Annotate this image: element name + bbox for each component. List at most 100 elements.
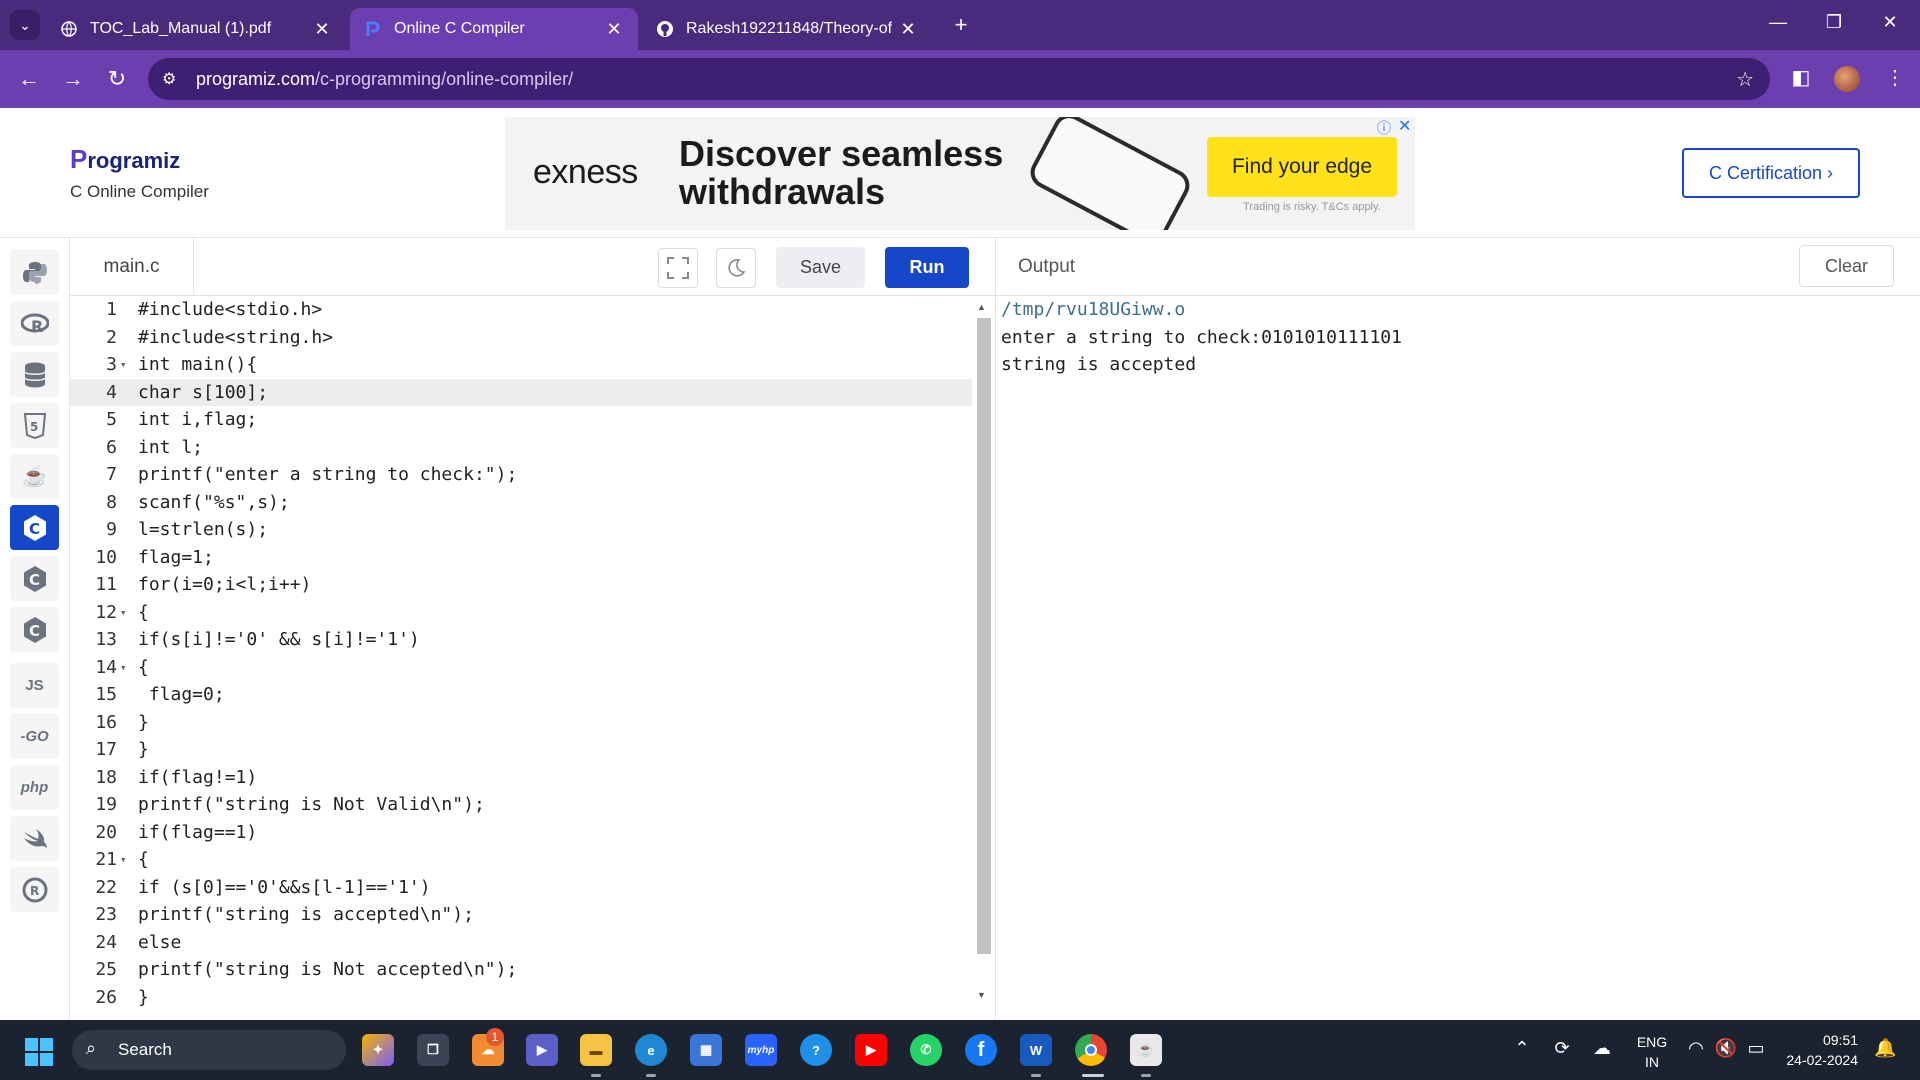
code-line[interactable]: 2 #include<string.h> — [70, 324, 972, 352]
help-icon[interactable]: ? — [800, 1034, 832, 1066]
code-line[interactable]: 19 printf("string is Not Valid\n"); — [70, 791, 972, 819]
code-line[interactable]: 22 if (s[0]=='0'&&s[l-1]=='1') — [70, 874, 972, 902]
code-line[interactable]: 24 else — [70, 929, 972, 957]
bookmark-star-icon[interactable]: ☆ — [1736, 67, 1754, 92]
restore-icon[interactable]: ❐ — [1814, 12, 1854, 33]
microsoft-store-icon[interactable]: ▦ — [690, 1034, 722, 1066]
lang-sql-icon[interactable] — [10, 352, 59, 397]
tab-toc-lab-manual[interactable]: TOC_Lab_Manual (1).pdf ✕ — [46, 8, 346, 50]
fold-arrow-icon[interactable]: ▾ — [120, 599, 127, 627]
fold-arrow-icon[interactable]: ▾ — [120, 846, 127, 874]
word-icon[interactable]: W — [1020, 1034, 1052, 1066]
lang-r-icon[interactable]: R — [10, 301, 59, 346]
code-line[interactable]: 15 flag=0; — [70, 681, 972, 709]
certification-button[interactable]: C Certification › — [1682, 148, 1860, 198]
code-line[interactable]: 8 scanf("%s",s); — [70, 489, 972, 517]
code-editor[interactable]: 1 #include<stdio.h> 2 #include<string.h> 3 ▾ i… — [70, 296, 995, 1020]
lang-go-icon[interactable]: -GO — [10, 714, 59, 759]
dark-mode-moon-icon[interactable] — [716, 248, 756, 288]
myhp-icon[interactable]: myhp — [745, 1034, 777, 1066]
code-line[interactable]: 17} — [70, 736, 972, 764]
scrollbar-thumb[interactable] — [977, 318, 991, 954]
code-line[interactable]: 9 l=strlen(s); — [70, 516, 972, 544]
tab-online-c-compiler[interactable]: Online C Compiler ✕ — [350, 8, 638, 50]
code-line[interactable]: 3 ▾ int main(){ — [70, 351, 972, 379]
code-line[interactable]: 26} — [70, 984, 972, 1012]
tab-search-button[interactable]: ⌄ — [10, 10, 40, 40]
facebook-icon[interactable]: f — [965, 1034, 997, 1066]
copilot-icon[interactable]: ✦ — [362, 1034, 394, 1066]
code-line[interactable]: 23 printf("string is accepted\n"); — [70, 901, 972, 929]
reload-icon[interactable]: ↻ — [102, 65, 132, 93]
close-window-icon[interactable]: ✕ — [1870, 12, 1910, 33]
output-console[interactable]: /tmp/rvu18UGiww.o enter a string to chec… — [995, 296, 1920, 1020]
code-line[interactable]: 12 ▾ { — [70, 599, 972, 627]
run-button[interactable]: Run — [885, 247, 969, 288]
new-tab-plus-icon[interactable]: + — [948, 12, 974, 38]
lang-java-icon[interactable]: ☕ — [10, 454, 59, 499]
sync-icon[interactable]: ⟳ — [1548, 1038, 1576, 1059]
onedrive-cloud-icon[interactable]: ☁ — [1588, 1038, 1616, 1059]
code-line[interactable]: 16} — [70, 709, 972, 737]
code-line[interactable]: 14 ▾ { — [70, 654, 972, 682]
lang-csharp-icon[interactable]: C — [10, 607, 59, 652]
lang-c-icon[interactable]: C — [10, 505, 59, 550]
minimize-icon[interactable]: — — [1758, 12, 1798, 33]
file-tab-main-c[interactable]: main.c — [70, 238, 194, 296]
battery-icon[interactable]: ▭ — [1742, 1038, 1770, 1059]
lang-swift-icon[interactable] — [10, 816, 59, 861]
code-line[interactable]: 10 flag=1; — [70, 544, 972, 572]
code-line[interactable]: 6 int l; — [70, 434, 972, 462]
ad-info-icon[interactable]: ⓘ — [1377, 118, 1391, 138]
clear-button[interactable]: Clear — [1799, 245, 1894, 287]
ad-close-icon[interactable]: ✕ — [1398, 116, 1411, 136]
browser-menu-icon[interactable]: ⋮ — [1880, 65, 1910, 90]
file-explorer-icon[interactable]: ▬ — [580, 1034, 612, 1066]
youtube-icon[interactable]: ▶ — [855, 1034, 887, 1066]
advertisement-banner[interactable]: exness Discover seamless withdrawals Fin… — [505, 117, 1415, 230]
site-info-icon[interactable]: ⚙ — [162, 69, 176, 89]
fold-arrow-icon[interactable]: ▾ — [120, 654, 127, 682]
ad-cta-button[interactable]: Find your edge — [1207, 137, 1397, 197]
lang-cpp-icon[interactable]: C — [10, 556, 59, 601]
side-panel-icon[interactable]: ◧ — [1786, 65, 1816, 90]
code-line[interactable]: 4 char s[100]; — [70, 378, 972, 406]
task-view-icon[interactable]: ❐ — [417, 1034, 449, 1066]
wifi-icon[interactable]: ◠ — [1682, 1038, 1710, 1059]
save-button[interactable]: Save — [776, 247, 865, 288]
forward-arrow-icon[interactable]: → — [58, 65, 88, 93]
close-tab-icon[interactable]: ✕ — [312, 19, 332, 40]
notification-bell-icon[interactable]: 🔔 — [1874, 1038, 1896, 1059]
lang-php-icon[interactable]: php — [10, 765, 59, 810]
code-line[interactable]: 25 printf("string is Not accepted\n"); — [70, 956, 972, 984]
lang-rust-icon[interactable]: R — [10, 867, 59, 912]
code-line[interactable]: 18 if(flag!=1) — [70, 764, 972, 792]
chrome-icon[interactable] — [1075, 1034, 1107, 1066]
back-arrow-icon[interactable]: ← — [14, 65, 44, 93]
programiz-logo[interactable]: Programiz — [70, 144, 180, 175]
address-bar[interactable]: ⚙ programiz.com/c-programming/online-com… — [148, 58, 1770, 100]
whatsapp-icon[interactable]: ✆ — [910, 1034, 942, 1066]
editor-scrollbar[interactable]: ▲ ▼ — [975, 302, 991, 1002]
edge-browser-icon[interactable]: e — [635, 1034, 667, 1066]
input-language-indicator[interactable]: ENG IN — [1632, 1032, 1672, 1072]
lang-html-icon[interactable]: 5 — [10, 403, 59, 448]
code-line[interactable]: 5 int i,flag; — [70, 406, 972, 434]
code-line[interactable]: 20 if(flag==1) — [70, 819, 972, 847]
taskbar-search-box[interactable]: ⌕ Search — [72, 1030, 346, 1070]
volume-muted-icon[interactable]: 🔇 — [1712, 1038, 1740, 1059]
code-line[interactable]: 13 if(s[i]!='0' && s[i]!='1') — [70, 626, 972, 654]
windows-start-icon[interactable] — [25, 1038, 53, 1066]
lang-javascript-icon[interactable]: JS — [10, 663, 59, 708]
system-clock[interactable]: 09:51 24-02-2024 — [1782, 1030, 1858, 1070]
scroll-down-arrow-icon[interactable]: ▼ — [977, 990, 986, 1000]
close-tab-icon[interactable]: ✕ — [898, 19, 918, 40]
profile-avatar[interactable] — [1834, 66, 1860, 92]
tab-github-theory-of-computation[interactable]: Rakesh192211848/Theory-of-co ✕ — [642, 8, 932, 50]
meet-video-icon[interactable]: ▶ — [526, 1034, 558, 1066]
lang-python-icon[interactable] — [10, 250, 59, 295]
code-line[interactable]: 7 printf("enter a string to check:"); — [70, 461, 972, 489]
code-line[interactable]: 11 for(i=0;i<l;i++) — [70, 571, 972, 599]
fullscreen-icon[interactable] — [658, 248, 698, 288]
code-line[interactable]: 21 ▾ { — [70, 846, 972, 874]
